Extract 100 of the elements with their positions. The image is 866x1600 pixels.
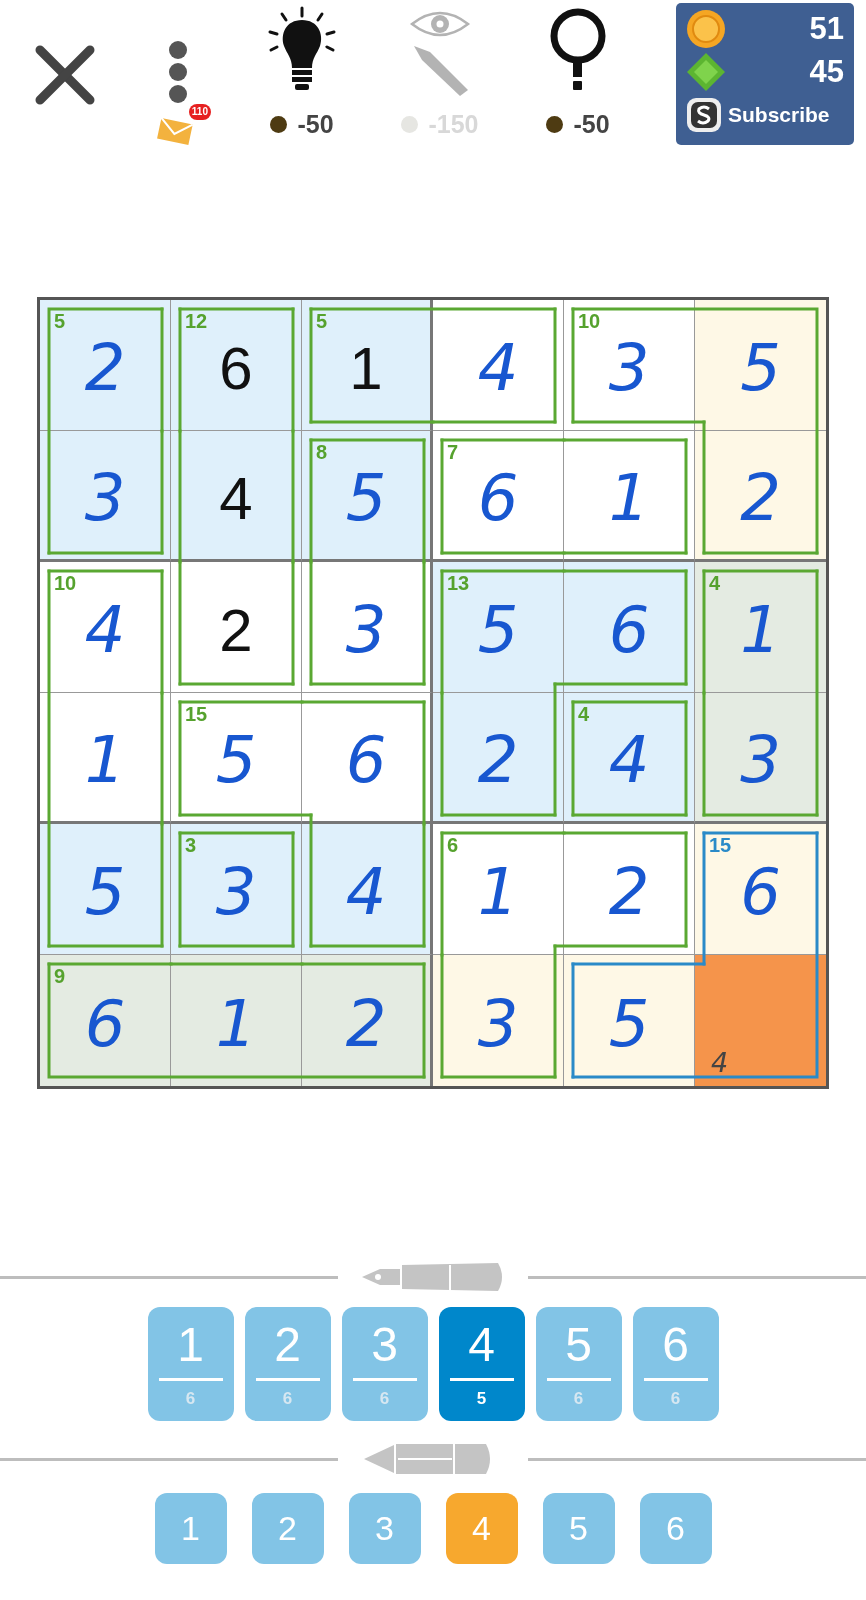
grid-cell[interactable]: 2 xyxy=(695,431,826,562)
entered-digit: 4 xyxy=(608,723,650,797)
cage-sum: 10 xyxy=(578,310,601,333)
cage-sum: 9 xyxy=(54,965,66,988)
digit-key[interactable]: 4 5 xyxy=(438,1307,525,1421)
grid-cell[interactable]: 1 xyxy=(171,955,302,1086)
entered-digit: 3 xyxy=(345,593,387,667)
cage-sum: 8 xyxy=(316,441,328,464)
grid-cell[interactable]: 1 xyxy=(564,431,695,562)
grid-cell[interactable]: 2 xyxy=(433,693,564,824)
hint-tool-button[interactable]: -50 xyxy=(250,6,354,139)
remaining-count: 6 xyxy=(185,1389,196,1409)
grid-cell[interactable]: 4 4 xyxy=(564,693,695,824)
grid-cell[interactable]: 6 xyxy=(564,562,695,693)
entered-digit: 1 xyxy=(608,461,650,535)
subscription-icon xyxy=(686,97,722,133)
entered-digit: 3 xyxy=(477,986,519,1061)
cage-sum: 15 xyxy=(185,703,208,726)
grid-cell[interactable]: 7 6 xyxy=(433,431,564,562)
remaining-count: 6 xyxy=(670,1389,681,1409)
grid-cell[interactable]: 3 xyxy=(302,562,433,693)
grid-cell[interactable]: 4 1 xyxy=(695,562,826,693)
grid-cell[interactable]: 3 xyxy=(695,693,826,824)
cage-sum: 15 xyxy=(709,834,732,857)
entered-digit: 6 xyxy=(608,593,650,667)
cage-sum: 7 xyxy=(447,441,459,464)
grid-cell[interactable]: 6 1 xyxy=(433,824,564,955)
cage-sum: 13 xyxy=(447,572,470,595)
entered-digit: 2 xyxy=(345,986,387,1061)
entered-digit: 5 xyxy=(740,331,781,405)
grid-cell[interactable]: 15 5 xyxy=(171,693,302,824)
entered-digit: 5 xyxy=(84,855,126,929)
grid-cell[interactable]: 5 2 xyxy=(40,300,171,431)
entered-digit: 6 xyxy=(477,461,519,535)
coin-icon xyxy=(686,9,726,49)
entered-digit: 4 xyxy=(84,593,126,667)
grid-cell[interactable]: 6 xyxy=(302,693,433,824)
cage-sum: 4 xyxy=(709,572,721,595)
grid-cell[interactable]: 3 3 xyxy=(171,824,302,955)
grid-cell[interactable]: 2 xyxy=(171,562,302,693)
entered-digit: 2 xyxy=(608,855,650,929)
given-digit: 4 xyxy=(219,463,253,533)
cage-sum: 12 xyxy=(185,310,208,333)
entered-digit: 1 xyxy=(477,855,519,929)
entered-digit: 5 xyxy=(345,461,387,535)
entered-digit: 1 xyxy=(215,986,257,1061)
entered-digit: 2 xyxy=(740,461,781,535)
key-digit: 6 xyxy=(662,1321,689,1369)
grid-cell[interactable]: 5 xyxy=(40,824,171,955)
remaining-count: 6 xyxy=(573,1389,584,1409)
entered-digit: 2 xyxy=(84,331,126,405)
pencil-note: 4 xyxy=(711,1047,729,1078)
grid-cell[interactable]: 5 xyxy=(564,955,695,1086)
grid-cell[interactable]: 15 6 xyxy=(695,824,826,955)
given-digit: 2 xyxy=(219,595,253,665)
entered-digit: 1 xyxy=(84,723,126,797)
cage-sum: 5 xyxy=(54,310,66,333)
cost-dot-icon xyxy=(401,116,419,133)
cost-label: -50 xyxy=(297,110,334,139)
cage-sum: 4 xyxy=(578,703,590,726)
grid-cell[interactable]: 3 xyxy=(40,431,171,562)
entered-digit: 4 xyxy=(345,855,387,929)
entered-digit: 3 xyxy=(740,723,781,797)
grid-cell[interactable]: 2 xyxy=(564,824,695,955)
key-digit: 4 xyxy=(468,1321,495,1369)
entered-digit: 1 xyxy=(740,593,781,667)
grid-cell[interactable]: 5 xyxy=(695,300,826,431)
close-button[interactable] xyxy=(34,44,96,106)
grid-cell[interactable]: 10 4 xyxy=(40,562,171,693)
grid-cell[interactable]: 2 xyxy=(302,955,433,1086)
grid-cell[interactable]: 5 1 xyxy=(302,300,433,431)
entered-digit: 5 xyxy=(477,593,519,667)
key-digit: 1 xyxy=(177,1321,204,1369)
entered-digit: 3 xyxy=(84,461,126,535)
remaining-count: 6 xyxy=(282,1389,293,1409)
cost-label: -50 xyxy=(573,110,610,139)
subscribe-button[interactable]: Subscribe xyxy=(686,95,844,135)
entered-digit: 6 xyxy=(740,855,781,929)
remaining-count: 5 xyxy=(476,1389,487,1409)
grid-cell[interactable]: 3 xyxy=(433,955,564,1086)
hint-tool-button[interactable]: -50 xyxy=(526,6,630,139)
grid-cell[interactable]: 9 6 xyxy=(40,955,171,1086)
cost-dot-icon xyxy=(546,116,564,133)
grid-cell[interactable]: 8 5 xyxy=(302,431,433,562)
grid-cell[interactable]: 4 xyxy=(695,955,826,1086)
remaining-count: 6 xyxy=(379,1389,390,1409)
entered-digit: 6 xyxy=(345,723,387,797)
grid-cell[interactable]: 1 xyxy=(40,693,171,824)
grid-cell[interactable]: 13 5 xyxy=(433,562,564,693)
entered-digit: 5 xyxy=(215,723,257,797)
menu-button[interactable] xyxy=(166,40,190,104)
grid-cell[interactable]: 4 xyxy=(171,431,302,562)
entered-digit: 3 xyxy=(215,855,257,929)
grid-cell[interactable]: 12 6 xyxy=(171,300,302,431)
entered-digit: 4 xyxy=(477,331,519,405)
cage-sum: 3 xyxy=(185,834,197,857)
grid-cell[interactable]: 4 xyxy=(302,824,433,955)
entered-digit: 3 xyxy=(608,331,650,405)
grid-cell[interactable]: 10 3 xyxy=(564,300,695,431)
grid-cell[interactable]: 4 xyxy=(433,300,564,431)
